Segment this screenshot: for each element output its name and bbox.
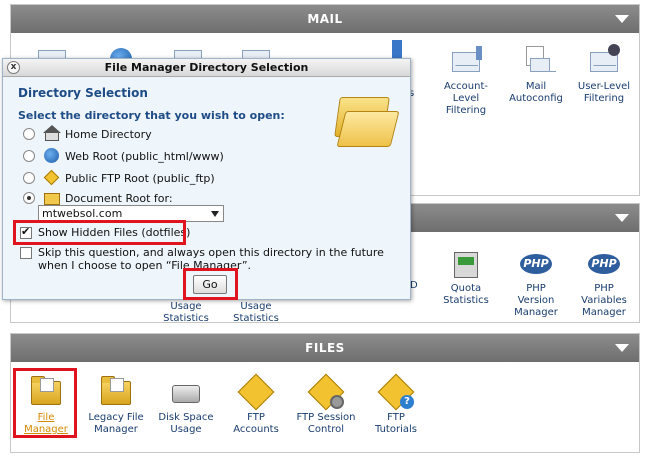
option-home-label: Home Directory xyxy=(65,127,152,141)
globe-icon xyxy=(43,148,61,164)
ftp-session-control[interactable]: FTP Session Control xyxy=(292,373,360,436)
quota-icon xyxy=(454,252,478,278)
mail-autoconfig-label: Mail Autoconfig xyxy=(509,81,563,104)
php-variables-manager[interactable]: PHP PHP Variables Manager xyxy=(570,246,638,319)
skip-question-checkbox[interactable] xyxy=(20,247,32,259)
ftp-icon xyxy=(43,169,61,186)
collapse-chevron-icon[interactable] xyxy=(615,214,629,222)
php-version-manager-label: PHP Version Manager xyxy=(514,283,558,318)
domain-select-value: mtwebsol.com xyxy=(42,207,123,220)
mail-panel-title: MAIL xyxy=(307,12,343,26)
collapse-chevron-icon[interactable] xyxy=(615,15,629,23)
ftp-tutorials-label: FTP Tutorials xyxy=(375,412,417,435)
php-icon: PHP xyxy=(520,254,552,274)
folder-icon xyxy=(43,190,61,206)
legacy-file-manager[interactable]: Legacy File Manager xyxy=(82,375,150,436)
usage-statistics-2[interactable]: Usage Statistics xyxy=(222,301,290,325)
radio-document-root[interactable] xyxy=(23,192,35,204)
option-document-root-label: Document Root for: xyxy=(65,191,173,205)
usage-statistics-2-label: Usage Statistics xyxy=(233,301,279,324)
disk-space-icon xyxy=(172,385,200,403)
dialog-prompt: Select the directory that you wish to op… xyxy=(18,109,285,122)
option-public-ftp-label: Public FTP Root (public_ftp) xyxy=(65,171,215,185)
dialog-heading: Directory Selection xyxy=(18,86,148,100)
disk-space-usage-label: Disk Space Usage xyxy=(158,412,214,435)
php-variables-manager-label: PHP Variables Manager xyxy=(581,283,627,318)
dialog-title: File Manager Directory Selection xyxy=(104,61,309,74)
quota-statistics-label: Quota Statistics xyxy=(443,283,489,306)
php-icon: PHP xyxy=(588,254,620,274)
user-level-filtering-label: User-Level Filtering xyxy=(577,81,631,104)
radio-home-directory[interactable] xyxy=(23,128,35,140)
quota-statistics[interactable]: Quota Statistics xyxy=(432,246,500,307)
account-level-filtering-label: Account- Level Filtering xyxy=(444,81,488,116)
user-level-filtering[interactable]: User-Level Filtering xyxy=(570,44,638,105)
help-icon: ? xyxy=(400,395,414,409)
dialog-titlebar: x File Manager Directory Selection xyxy=(3,59,410,77)
ftp-accounts-icon xyxy=(237,373,275,411)
close-icon[interactable]: x xyxy=(7,61,20,74)
ftp-session-control-label: FTP Session Control xyxy=(296,412,356,435)
legacy-file-manager-label: Legacy File Manager xyxy=(88,412,144,435)
php-version-manager[interactable]: PHP PHP Version Manager xyxy=(502,246,570,319)
chevron-down-icon xyxy=(211,211,219,217)
mail-autoconfig[interactable]: Mail Autoconfig xyxy=(502,44,570,105)
option-home-directory[interactable]: Home Directory xyxy=(23,125,152,143)
option-web-root-label: Web Root (public_html/www) xyxy=(65,149,224,163)
ftp-tutorials[interactable]: ? FTP Tutorials xyxy=(362,373,430,436)
metrics-partial-label: D xyxy=(410,280,418,291)
usage-statistics-1-label: Usage Statistics xyxy=(163,301,209,324)
usage-statistics-1[interactable]: Usage Statistics xyxy=(152,301,220,325)
radio-web-root[interactable] xyxy=(23,150,35,162)
gear-icon xyxy=(330,395,344,409)
files-panel-title: FILES xyxy=(305,341,345,355)
radio-public-ftp-root[interactable] xyxy=(23,172,35,184)
disk-space-usage[interactable]: Disk Space Usage xyxy=(152,375,220,436)
file-manager-directory-dialog: x File Manager Directory Selection Direc… xyxy=(2,58,411,300)
open-folder-icon xyxy=(333,87,400,153)
files-panel-header[interactable]: FILES xyxy=(11,334,639,362)
home-icon xyxy=(43,125,61,142)
legacy-file-manager-icon xyxy=(101,376,131,405)
go-button-highlight xyxy=(183,268,238,300)
collapse-chevron-icon[interactable] xyxy=(615,344,629,352)
account-level-filtering[interactable]: Account- Level Filtering xyxy=(432,44,500,117)
ftp-accounts[interactable]: FTP Accounts xyxy=(222,373,290,436)
file-manager-highlight xyxy=(13,368,77,438)
option-web-root[interactable]: Web Root (public_html/www) xyxy=(23,147,224,165)
ftp-accounts-label: FTP Accounts xyxy=(233,412,279,435)
show-hidden-highlight xyxy=(13,220,186,245)
mail-panel-header[interactable]: MAIL xyxy=(11,5,639,33)
option-public-ftp-root[interactable]: Public FTP Root (public_ftp) xyxy=(23,169,215,187)
